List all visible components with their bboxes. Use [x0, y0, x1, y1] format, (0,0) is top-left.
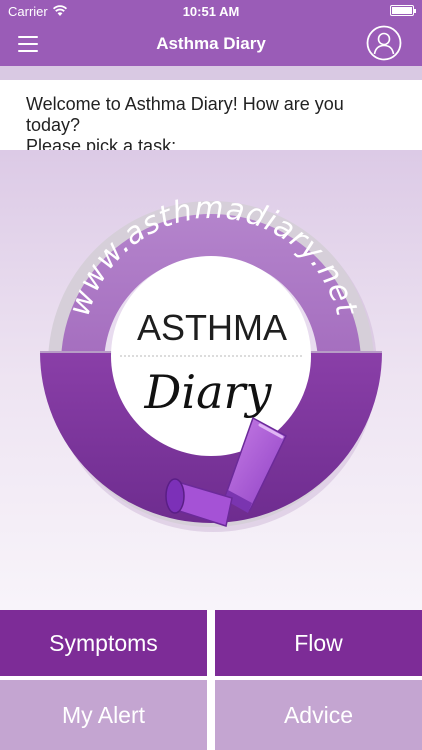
- logo-word-diary: Diary: [144, 365, 273, 419]
- welcome-line-1: Welcome to Asthma Diary! How are you tod…: [26, 94, 344, 135]
- symptoms-button[interactable]: Symptoms: [0, 610, 207, 676]
- my-alert-button[interactable]: My Alert: [0, 680, 207, 750]
- nav-bar: Asthma Diary: [0, 22, 422, 66]
- advice-button[interactable]: Advice: [215, 680, 422, 750]
- page-title: Asthma Diary: [156, 34, 266, 53]
- flow-button[interactable]: Flow: [215, 610, 422, 676]
- user-profile-icon[interactable]: [366, 25, 402, 61]
- asthma-diary-logo: www.asthmadiary.net ASTHMA Diary: [40, 191, 382, 532]
- battery-icon: [390, 5, 416, 16]
- welcome-message: Welcome to Asthma Diary! How are you tod…: [0, 80, 422, 156]
- logo-word-asthma: ASTHMA: [137, 307, 287, 348]
- header-divider: [0, 66, 422, 80]
- status-bar: Carrier 10:51 AM: [0, 0, 422, 22]
- hero-area: www.asthmadiary.net ASTHMA Diary: [0, 150, 422, 610]
- status-time: 10:51 AM: [182, 4, 240, 19]
